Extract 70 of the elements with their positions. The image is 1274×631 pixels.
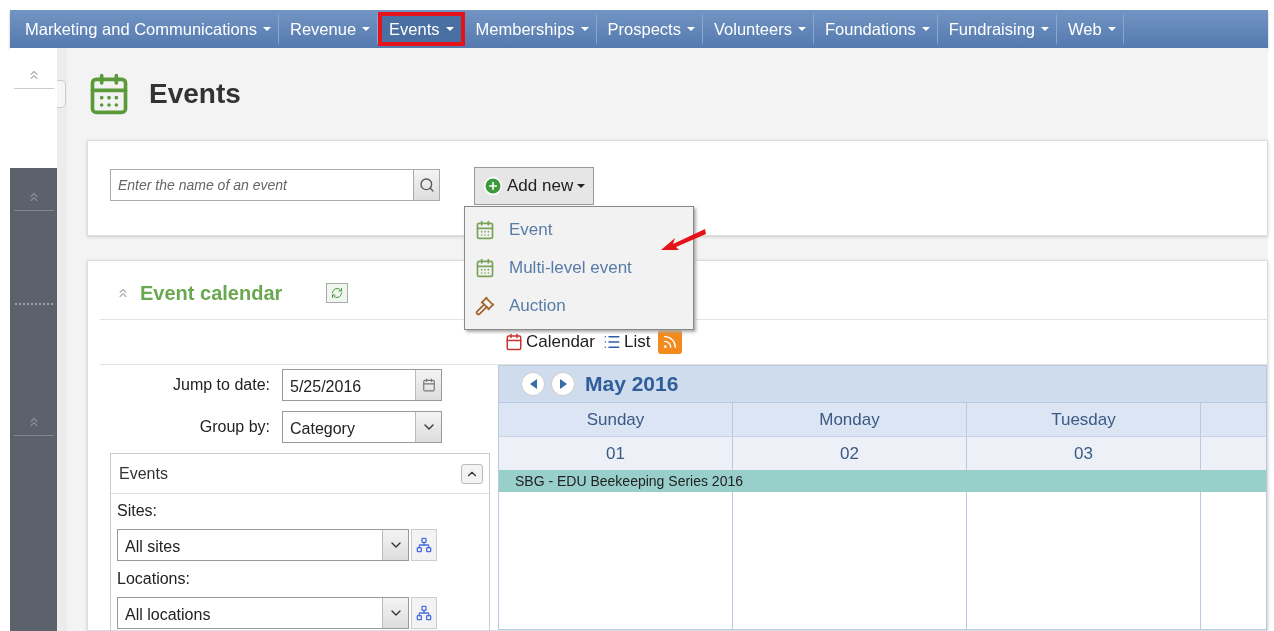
- list-view-link[interactable]: List: [603, 332, 651, 352]
- feed-icon: [662, 334, 679, 350]
- caret-icon: [445, 27, 454, 31]
- collapse-button[interactable]: [461, 463, 483, 484]
- day-header: Sunday: [499, 402, 733, 436]
- caret-icon: [1107, 27, 1116, 31]
- collapse-icon[interactable]: [116, 286, 130, 300]
- refresh-button[interactable]: [326, 283, 349, 303]
- menu-item[interactable]: Events: [378, 12, 465, 46]
- calendar-icon: [475, 220, 495, 240]
- caret-icon: [686, 27, 695, 31]
- sidebar-toggle[interactable]: [57, 80, 66, 108]
- caret-icon: [797, 27, 806, 31]
- search-field[interactable]: Enter the name of an event: [110, 169, 414, 201]
- dropdown-button[interactable]: [382, 530, 408, 560]
- dropdown-field[interactable]: All sites: [117, 529, 409, 561]
- menu-item[interactable]: Prospects: [596, 12, 703, 46]
- dropdown-button[interactable]: [382, 598, 408, 628]
- page-title: Events: [149, 78, 241, 110]
- section-title: Event calendar: [140, 281, 283, 305]
- caret-icon: [921, 27, 930, 31]
- menu-item[interactable]: Auction: [465, 287, 693, 325]
- search-icon: [418, 177, 435, 193]
- menu-item[interactable]: Multi-level event: [465, 249, 693, 287]
- dropdown-button[interactable]: [415, 412, 441, 442]
- refresh-icon: [331, 287, 344, 299]
- calendar-icon: [475, 258, 495, 278]
- menu-item[interactable]: Volunteers: [702, 12, 814, 46]
- list-icon: [603, 333, 621, 351]
- caret-icon: [577, 184, 586, 188]
- menu-item[interactable]: Fundraising: [937, 12, 1057, 46]
- field-label: Jump to date:: [172, 376, 271, 394]
- calendar-icon: [505, 333, 523, 351]
- next-button[interactable]: [551, 372, 575, 396]
- menu-item[interactable]: Marketing and Communications: [14, 12, 280, 46]
- hierarchy-icon: [416, 605, 432, 621]
- caret-icon: [362, 27, 371, 31]
- event-bar[interactable]: SBG - EDU Beekeeping Series 2016: [499, 470, 1266, 492]
- menu-item[interactable]: Web: [1057, 12, 1124, 46]
- menu-item[interactable]: Memberships: [464, 12, 597, 46]
- plus-icon: [483, 176, 503, 196]
- field-label: Sites:: [117, 502, 158, 520]
- menu-item[interactable]: Foundations: [813, 12, 938, 46]
- date-picker-button[interactable]: [415, 370, 441, 400]
- date-field[interactable]: 5/25/2016: [282, 369, 442, 401]
- date-cell: 03: [967, 436, 1201, 470]
- caret-icon: [1041, 27, 1049, 31]
- gavel-icon: [475, 296, 495, 316]
- calendar-icon: [421, 378, 436, 392]
- date-cell: 01: [499, 436, 733, 470]
- dropdown-field[interactable]: Category: [282, 411, 442, 443]
- hierarchy-button[interactable]: [411, 597, 437, 629]
- previous-button[interactable]: [521, 372, 545, 396]
- calendar-view-link[interactable]: Calendar: [505, 332, 595, 352]
- rss-icon[interactable]: [658, 330, 683, 354]
- add-new-button[interactable]: Add new: [474, 167, 595, 205]
- search-button[interactable]: [414, 169, 440, 201]
- day-header: Monday: [733, 402, 967, 436]
- date-cell: 02: [733, 436, 967, 470]
- dropdown-field[interactable]: All locations: [117, 597, 409, 629]
- menu-item[interactable]: Event: [465, 211, 693, 249]
- field-label: Locations:: [117, 570, 191, 588]
- caret-icon: [580, 27, 589, 31]
- hierarchy-icon: [416, 537, 432, 553]
- caret-icon: [263, 27, 272, 31]
- day-header: Tuesday: [967, 402, 1201, 436]
- hierarchy-button[interactable]: [411, 529, 437, 561]
- month-title: May 2016: [585, 372, 679, 396]
- field-label: Group by:: [198, 418, 271, 436]
- panel-title: Events: [119, 464, 168, 483]
